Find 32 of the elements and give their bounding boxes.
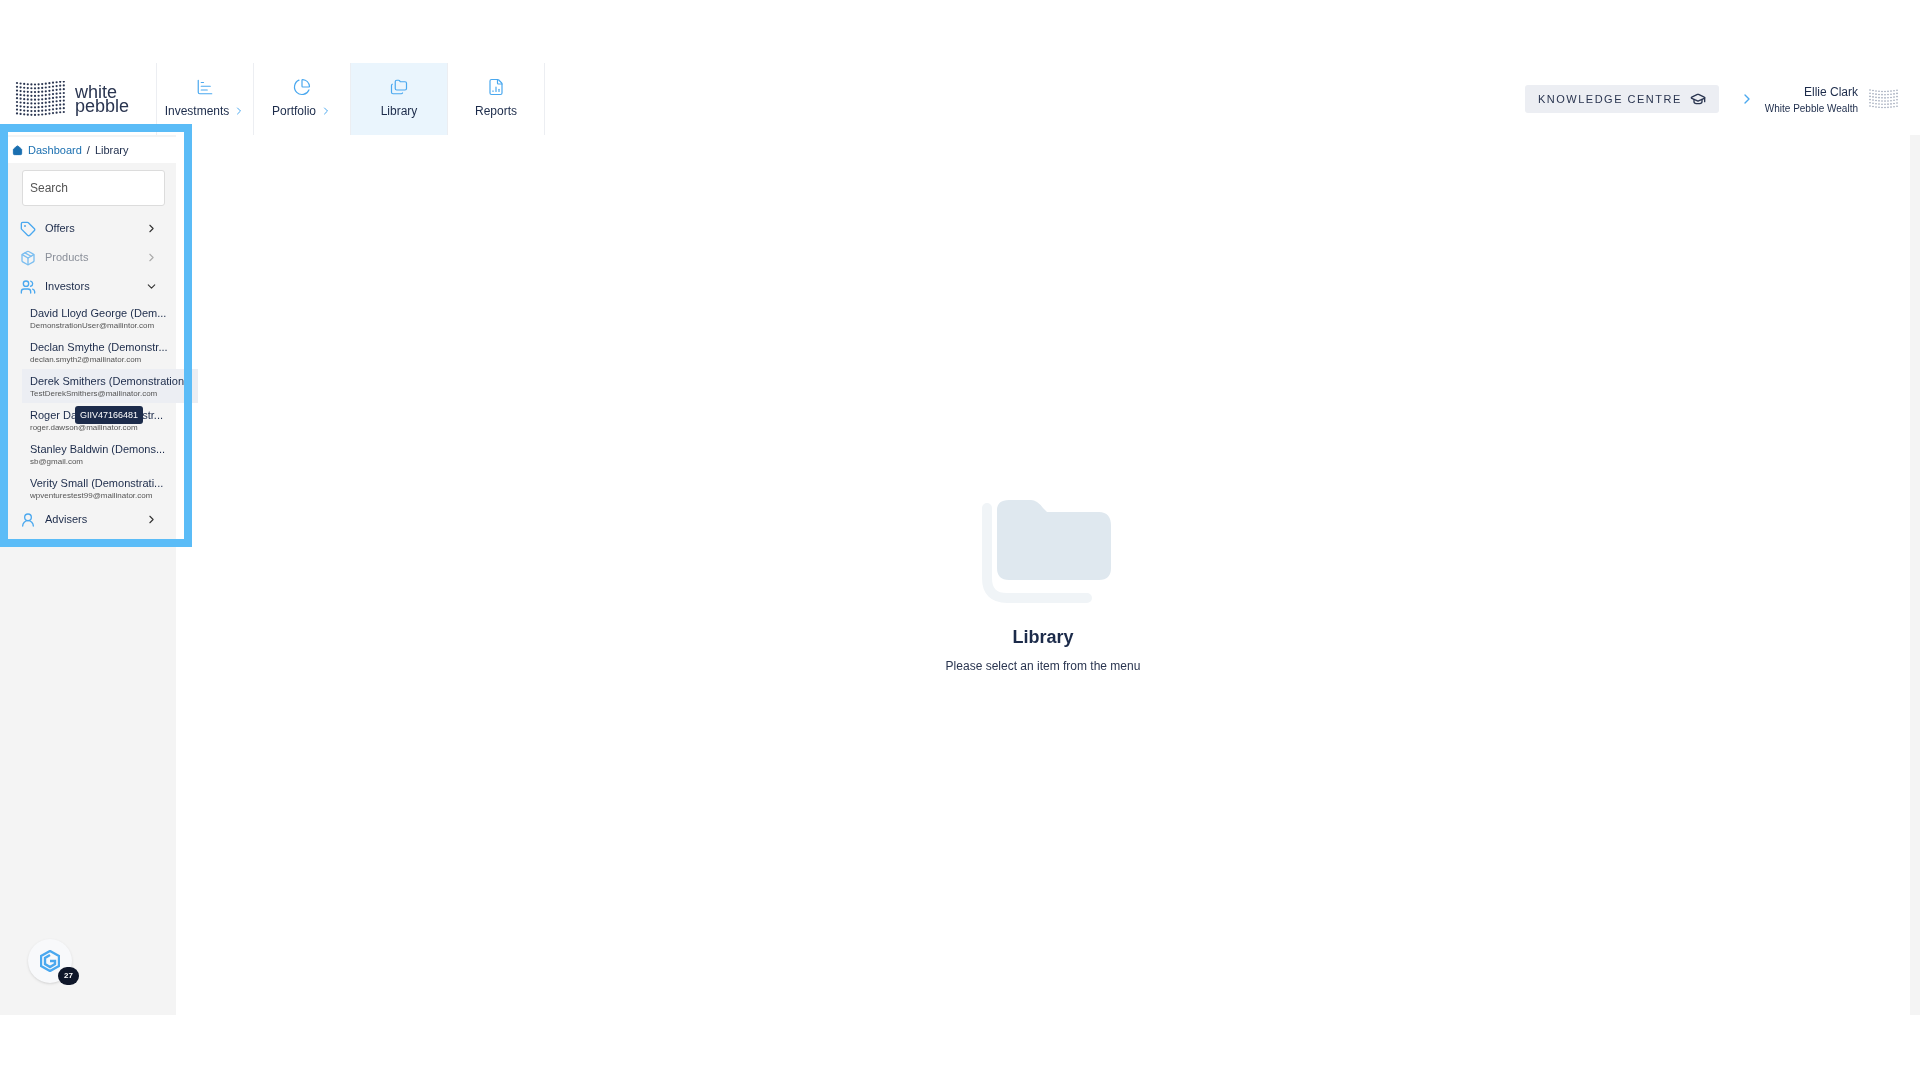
folders-icon — [390, 78, 408, 96]
investor-item[interactable]: Verity Small (Demonstrati... wpventurestest99@mailinator.com — [22, 471, 167, 505]
tooltip: GIIV47166481 — [75, 405, 144, 424]
breadcrumb-link[interactable]: Dashboard — [28, 141, 82, 159]
user-company: White Pebble Wealth — [1764, 101, 1858, 116]
breadcrumb-current: Library — [94, 142, 129, 158]
investor-item[interactable]: Stanley Baldwin (Demons... sb@gmail.com — [22, 437, 167, 471]
package-icon — [20, 249, 36, 266]
report-file-icon — [487, 78, 505, 96]
search-field[interactable]: Search — [22, 170, 165, 206]
investor-item[interactable]: Derek Smithers (Demonstration TestDerekSmithers@mailinator.com — [22, 369, 198, 403]
pie-chart-icon — [293, 78, 311, 96]
breadcrumb-separator: / — [86, 142, 90, 158]
user-icon — [20, 511, 36, 528]
user-name: Ellie Clark — [1804, 83, 1858, 101]
menu-item[interactable]: Offers — [0, 214, 176, 243]
investor-item[interactable]: Declan Smythe (Demonstr... declan.smyth2@mailinator.com — [22, 335, 167, 369]
menu-item[interactable]: Advisers — [0, 505, 176, 534]
notification-badge: 27 — [58, 967, 79, 985]
menu-item[interactable]: Investors — [0, 272, 176, 301]
home-icon — [12, 144, 23, 156]
nav-tab[interactable]: Library — [351, 63, 448, 135]
tag-icon — [20, 220, 36, 237]
hexagon-logo-icon — [40, 950, 60, 972]
bar-chart-icon — [196, 78, 214, 96]
graduation-cap-icon — [1689, 91, 1706, 107]
empty-state-title: Library — [1012, 626, 1074, 649]
chat-button[interactable] — [28, 939, 72, 983]
knowledge-centre-button[interactable]: KNOWLEDGE CENTRE — [1525, 85, 1719, 113]
investor-item[interactable]: David Lloyd George (Dem... DemonstrationUser@mailintor.com — [22, 301, 167, 335]
people-icon — [20, 278, 36, 295]
empty-state-message: Please select an item from the menu — [945, 658, 1141, 675]
